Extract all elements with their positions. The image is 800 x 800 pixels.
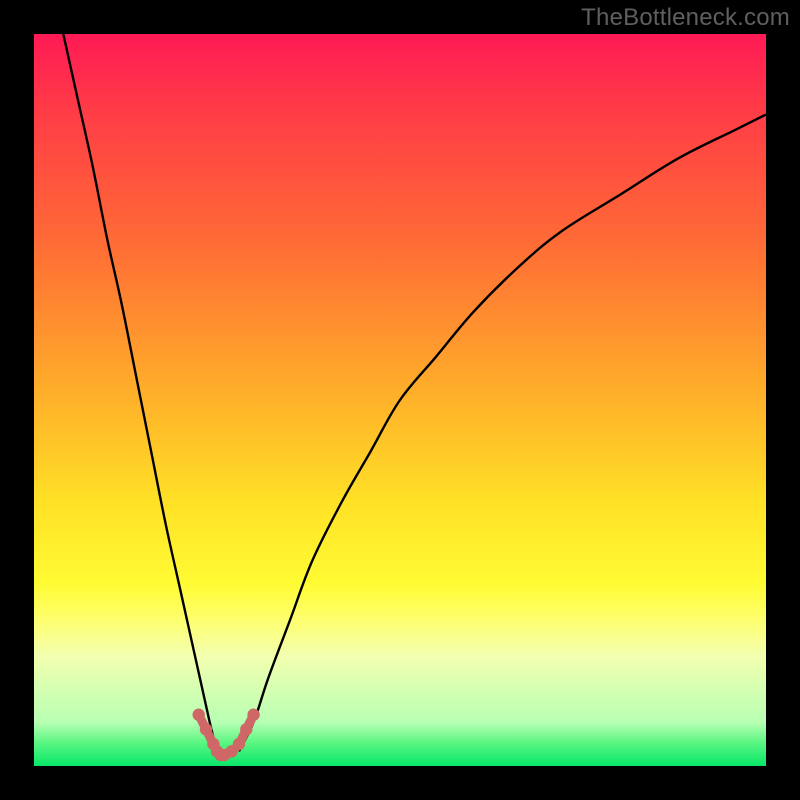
curves-layer xyxy=(34,34,766,766)
valley-marker-dot xyxy=(193,709,205,721)
chart-frame: TheBottleneck.com xyxy=(0,0,800,800)
right-bottleneck-curve xyxy=(239,115,766,752)
left-bottleneck-curve xyxy=(63,34,217,751)
valley-markers xyxy=(193,709,260,762)
valley-marker-dot xyxy=(240,723,252,735)
valley-marker-dot xyxy=(233,738,245,750)
valley-marker-dot xyxy=(200,723,212,735)
valley-marker-dot xyxy=(247,709,259,721)
attribution-label: TheBottleneck.com xyxy=(581,4,790,32)
plot-area xyxy=(34,34,766,766)
